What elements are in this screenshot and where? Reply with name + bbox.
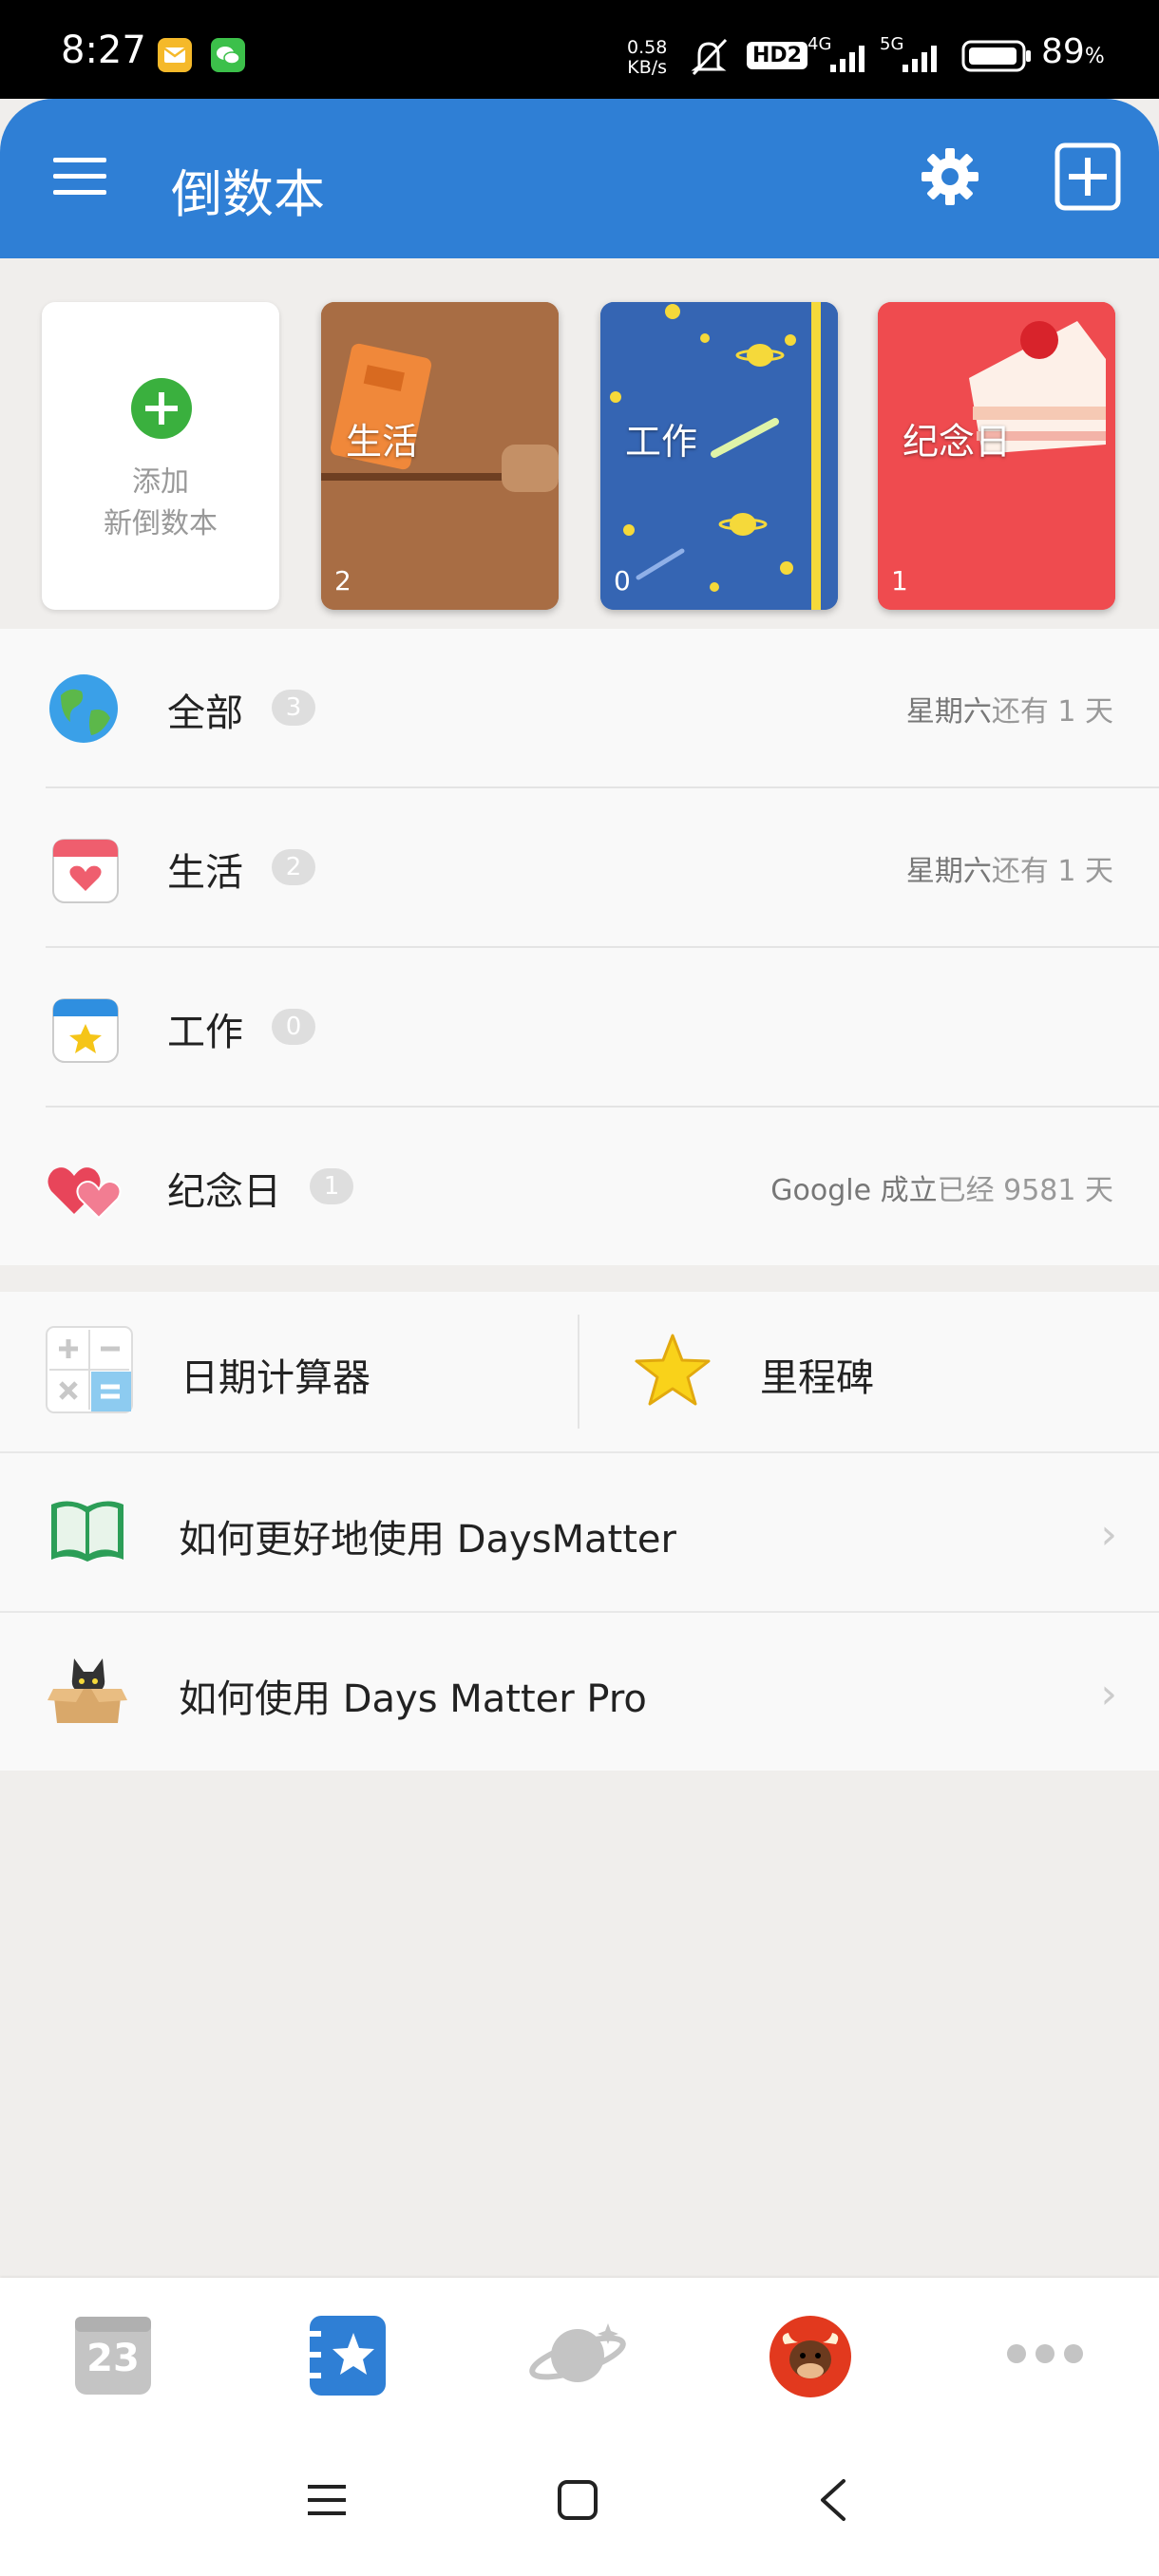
- milestone-button[interactable]: 里程碑: [580, 1292, 1159, 1451]
- chevron-right-icon: ›: [1100, 1510, 1117, 1559]
- category-label: 工作: [167, 1011, 243, 1054]
- hd-voice-badge: HD2: [747, 42, 808, 69]
- category-count-badge: 3: [272, 690, 315, 726]
- help-row-usage[interactable]: 如何更好地使用 DaysMatter ›: [0, 1451, 1159, 1611]
- calendar-heart-icon: [51, 836, 120, 908]
- nav-more-tab[interactable]: [1005, 2342, 1085, 2369]
- star-icon: [635, 1334, 711, 1410]
- category-next-info: 星期六还有 1 天: [906, 847, 1113, 889]
- battery-percent: 89%: [1041, 32, 1105, 71]
- info-days: 已经 9581 天: [937, 1174, 1113, 1207]
- notebook-work[interactable]: 工作 0: [600, 302, 838, 610]
- status-time: 8:27: [61, 28, 146, 72]
- category-label: 全部: [167, 691, 243, 735]
- network-speed: 0.58 KB/s: [627, 38, 667, 78]
- nav-notebooks-tab[interactable]: [310, 2316, 386, 2399]
- add-notebook-card[interactable]: 添加 新倒数本: [42, 302, 279, 610]
- notebook-label: 工作: [625, 421, 698, 463]
- category-label: 纪念日: [167, 1170, 281, 1214]
- wechat-notification-icon: [211, 38, 245, 72]
- chevron-right-icon: ›: [1100, 1670, 1117, 1718]
- category-row-anniversary[interactable]: 纪念日 1 Google 成立已经 9581 天: [0, 1108, 1159, 1267]
- home-icon[interactable]: [557, 2479, 598, 2525]
- category-label: 生活: [167, 851, 243, 895]
- category-count-badge: 0: [272, 1009, 315, 1045]
- category-row-work[interactable]: 工作 0: [0, 948, 1159, 1108]
- info-event: 星期六: [905, 695, 992, 729]
- ox-avatar-icon: [770, 2316, 851, 2397]
- category-next-info: Google 成立已经 9581 天: [770, 1166, 1113, 1208]
- category-count-badge: 1: [310, 1168, 353, 1204]
- notebook-anniversary[interactable]: 纪念日 1: [878, 302, 1115, 610]
- notebook-label: 生活: [346, 421, 419, 463]
- add-notebook-line2: 新倒数本: [104, 507, 218, 540]
- add-plus-icon: [131, 378, 192, 443]
- globe-icon: [48, 672, 120, 748]
- tools-row: 日期计算器 里程碑: [0, 1292, 1159, 1451]
- battery-percent-unit: %: [1084, 45, 1105, 68]
- help-label: 如何使用 Days Matter Pro: [179, 1677, 647, 1721]
- signal-4g-icon: [809, 38, 876, 80]
- milestone-label: 里程碑: [760, 1356, 874, 1400]
- system-nav-bar: [0, 2441, 1159, 2576]
- category-count-badge: 2: [272, 849, 315, 885]
- notebook-star-icon: [310, 2316, 386, 2396]
- notebook-count: 2: [334, 565, 352, 597]
- notebook-label: 纪念日: [902, 421, 1012, 463]
- notebook-count: 0: [614, 565, 631, 597]
- cat-in-box-icon: [48, 1651, 127, 1731]
- add-notebook-icon[interactable]: [1054, 142, 1121, 215]
- category-next-info: 星期六还有 1 天: [906, 688, 1113, 729]
- mail-notification-icon: [158, 38, 192, 72]
- nav-calendar-tab[interactable]: 23: [74, 2316, 152, 2396]
- page-title: 倒数本: [171, 164, 325, 224]
- help-row-pro[interactable]: 如何使用 Days Matter Pro ›: [0, 1611, 1159, 1771]
- date-calculator-label: 日期计算器: [180, 1356, 370, 1400]
- speed-value: 0.58: [627, 37, 668, 58]
- add-notebook-line1: 添加: [132, 465, 189, 499]
- info-days: 还有 1 天: [991, 855, 1113, 888]
- help-label: 如何更好地使用 DaysMatter: [179, 1518, 676, 1562]
- notebook-life[interactable]: 生活 2: [321, 302, 559, 610]
- calculator-icon: [46, 1326, 133, 1417]
- hearts-icon: [46, 1155, 127, 1225]
- info-event: 星期六: [905, 855, 992, 888]
- info-days: 还有 1 天: [991, 695, 1113, 729]
- planet-icon: [529, 2323, 626, 2382]
- speed-unit: KB/s: [627, 57, 668, 78]
- calendar-star-icon: [51, 995, 120, 1068]
- battery-percent-value: 89: [1041, 32, 1085, 71]
- notebook-count: 1: [891, 565, 908, 597]
- settings-gear-icon[interactable]: [920, 146, 980, 211]
- battery-icon: [961, 40, 1034, 76]
- mute-icon: [686, 36, 732, 82]
- book-icon: [48, 1497, 127, 1571]
- menu-icon[interactable]: [51, 156, 108, 201]
- nav-profile-tab[interactable]: [770, 2316, 851, 2401]
- more-dots-icon: [1007, 2344, 1083, 2363]
- calendar-day-number: 23: [86, 2337, 140, 2380]
- category-row-all[interactable]: 全部 3 星期六还有 1 天: [0, 629, 1159, 788]
- info-event: Google 成立: [770, 1174, 938, 1207]
- date-calculator-button[interactable]: 日期计算器: [0, 1292, 578, 1451]
- back-icon[interactable]: [815, 2477, 849, 2527]
- category-list: 全部 3 星期六还有 1 天 生活 2 星期六还有 1 天 工作 0 纪念日 1…: [0, 629, 1159, 1265]
- bottom-nav: 23: [0, 2278, 1159, 2441]
- nav-discover-tab[interactable]: [528, 2318, 627, 2397]
- signal-5g-icon: [882, 38, 948, 80]
- category-row-life[interactable]: 生活 2 星期六还有 1 天: [0, 788, 1159, 948]
- recent-apps-icon[interactable]: [306, 2479, 348, 2525]
